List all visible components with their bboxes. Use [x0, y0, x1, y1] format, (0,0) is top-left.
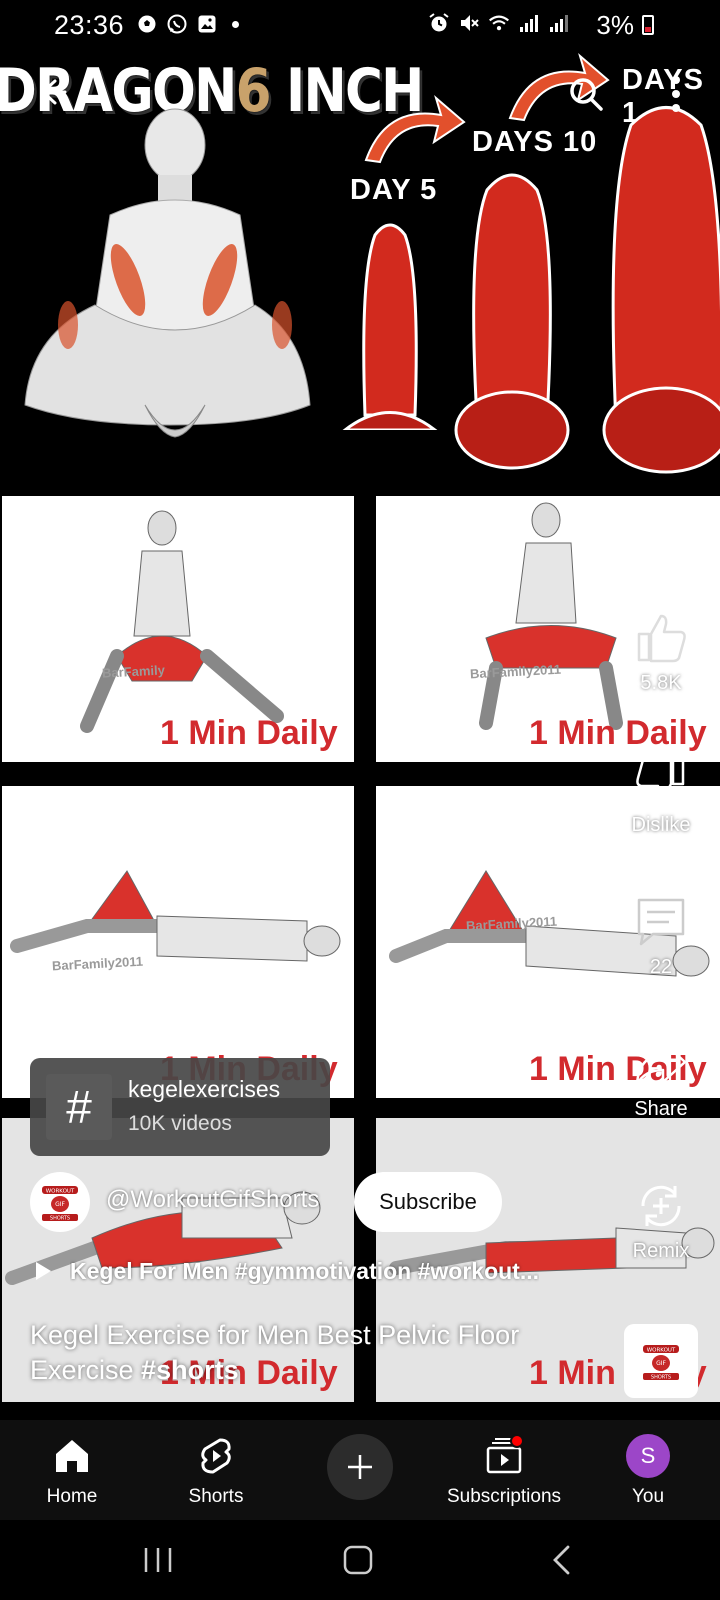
- hashtag-chip[interactable]: # kegelexercises 10K videos: [30, 1058, 330, 1156]
- home-icon: [343, 1545, 373, 1575]
- status-bar: 23:36 3%: [0, 0, 720, 50]
- soccer-ball-icon: [136, 13, 158, 35]
- search-icon: [570, 78, 603, 111]
- exercise-tile: BarFamily2011 1 Min Daily: [2, 786, 354, 1098]
- play-icon: [36, 1262, 51, 1280]
- system-home-button[interactable]: [328, 1536, 388, 1584]
- system-navigation-bar: [0, 1520, 720, 1600]
- progress-arrow: [364, 95, 466, 164]
- shorts-icon: [192, 1432, 240, 1480]
- comments-button[interactable]: 22: [606, 892, 716, 979]
- whatsapp-icon: [166, 13, 188, 35]
- gallery-icon: [196, 13, 218, 35]
- nav-you-label: You: [631, 1486, 665, 1507]
- more-options-button[interactable]: [652, 70, 700, 118]
- share-button[interactable]: Share: [606, 1034, 716, 1121]
- back-arrow-icon: [40, 79, 67, 105]
- exercise-figure: [10, 870, 341, 962]
- sound-logo-text: WORKOUT: [647, 1348, 676, 1354]
- exercise-figure: [80, 510, 284, 733]
- thumbs-up-icon: [631, 608, 691, 668]
- sound-logo-text: SHORTS: [651, 1375, 671, 1381]
- signal-icon: [548, 12, 570, 34]
- nav-subscriptions-label: Subscriptions: [446, 1486, 562, 1507]
- create-button[interactable]: [327, 1434, 393, 1500]
- channel-row: WORKOUT GIF SHORTS @WorkoutGifShorts Sub…: [30, 1172, 590, 1232]
- subscribe-button[interactable]: Subscribe: [354, 1172, 502, 1232]
- notification-icons: [136, 13, 239, 35]
- recents-button[interactable]: [128, 1536, 188, 1584]
- nav-shorts-label: Shorts: [188, 1486, 244, 1507]
- comment-count: 22: [649, 956, 673, 978]
- dislike-button[interactable]: Dislike: [606, 750, 716, 837]
- status-time: 23:36: [54, 10, 125, 40]
- comment-icon: [631, 892, 691, 952]
- remix-button[interactable]: Remix: [606, 1176, 716, 1263]
- nav-home-label: Home: [46, 1486, 98, 1507]
- you-avatar-wrapper: S: [624, 1432, 672, 1480]
- artwork-top-banner: DRAGON6 INCH DAY 5 DAYS 10 DAYS 1: [0, 0, 720, 480]
- notification-dot: [510, 1434, 524, 1448]
- like-count: 5.8K: [640, 672, 682, 694]
- hashtag-icon: #: [46, 1074, 112, 1140]
- signal-icon: [518, 12, 540, 34]
- video-title[interactable]: Kegel Exercise for Men Best Pelvic Floor…: [30, 1318, 590, 1388]
- back-icon: [553, 1545, 570, 1575]
- back-button[interactable]: [28, 68, 76, 116]
- channel-logo-text: GIF: [55, 1201, 65, 1208]
- bottom-navigation: Home Shorts Subscriptions S You: [0, 1420, 720, 1520]
- home-icon: [48, 1432, 96, 1480]
- day-label: DAYS 10: [472, 126, 598, 158]
- channel-handle[interactable]: @WorkoutGifShorts: [106, 1186, 319, 1214]
- music-text: Kegel For Men #gymmotivation #workout...: [70, 1257, 540, 1284]
- mute-icon: [458, 12, 480, 34]
- remix-icon: [631, 1176, 691, 1236]
- nav-subscriptions[interactable]: Subscriptions: [444, 1420, 564, 1520]
- nav-shorts[interactable]: Shorts: [156, 1420, 276, 1520]
- remix-label: Remix: [632, 1240, 690, 1262]
- tile-caption: 1 Min Daily: [160, 714, 338, 752]
- avatar: S: [626, 1434, 670, 1478]
- nav-home[interactable]: Home: [12, 1420, 132, 1520]
- recents-icon: [144, 1548, 172, 1572]
- system-back-button[interactable]: [532, 1536, 592, 1584]
- growth-illustration: [342, 223, 438, 430]
- video-title-text: Kegel Exercise for Men Best Pelvic Floor…: [30, 1320, 520, 1385]
- dot-icon: [232, 20, 239, 28]
- alarm-icon: [428, 12, 450, 34]
- day-label: DAY 5: [350, 174, 438, 206]
- more-vertical-icon: [672, 76, 680, 112]
- search-button[interactable]: [562, 70, 610, 118]
- hashtag-video-count: 10K videos: [128, 1112, 232, 1135]
- butterfly-pose-figure: [24, 108, 311, 438]
- growth-illustration: [602, 106, 720, 474]
- share-label: Share: [634, 1098, 688, 1120]
- sound-logo-text: GIF: [656, 1360, 666, 1367]
- channel-avatar[interactable]: WORKOUT GIF SHORTS: [30, 1172, 90, 1232]
- nav-you[interactable]: S You: [588, 1420, 708, 1520]
- hashtag-name: kegelexercises: [128, 1076, 281, 1102]
- system-status-icons: [428, 12, 570, 34]
- battery-percent: 3%: [596, 10, 634, 40]
- channel-logo-text: WORKOUT: [46, 1189, 75, 1195]
- thumbs-down-icon: [631, 750, 691, 810]
- dislike-label: Dislike: [631, 814, 691, 836]
- music-row[interactable]: Kegel For Men #gymmotivation #workout...: [34, 1254, 594, 1288]
- wifi-icon: [488, 12, 510, 34]
- channel-logo-text: SHORTS: [50, 1216, 70, 1222]
- tile-caption: 1 Min Daily: [529, 714, 707, 752]
- growth-illustration: [454, 173, 570, 470]
- share-icon: [631, 1034, 691, 1094]
- battery-icon: [642, 15, 654, 35]
- like-button[interactable]: 5.8K: [606, 608, 716, 695]
- sound-thumbnail[interactable]: WORKOUT GIF SHORTS: [624, 1324, 698, 1398]
- video-title-hashtag[interactable]: #shorts: [141, 1355, 239, 1385]
- subscriptions-icon: [480, 1432, 528, 1480]
- plus-icon: [348, 1455, 372, 1479]
- exercise-tile: BarFamily 1 Min Daily: [2, 496, 354, 762]
